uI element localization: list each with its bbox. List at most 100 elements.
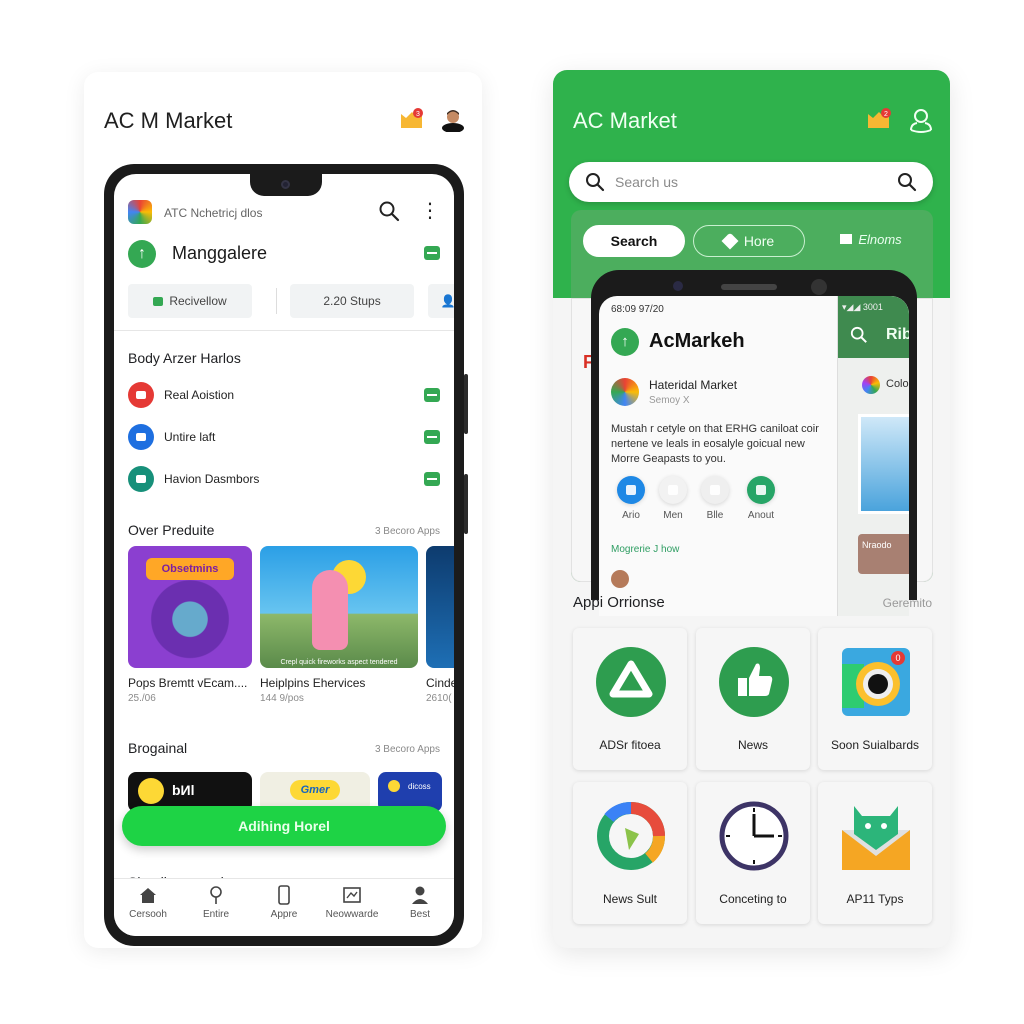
app-tile-name: Heiplpins Ehervices — [260, 676, 366, 690]
triangle-nodes-icon — [596, 647, 666, 717]
see-more-link[interactable]: Geremito — [883, 596, 932, 610]
list-item[interactable]: Real Aoistion — [128, 382, 440, 410]
section-title: Appi Orrionse — [573, 594, 665, 611]
phone-mockup: 68:09 97/20 ↑ AcMarkeh Hateridal Market … — [591, 270, 917, 616]
image-frame-icon — [343, 887, 361, 903]
tab-search[interactable]: Search — [583, 225, 685, 257]
avatar[interactable] — [440, 106, 466, 132]
svg-text:0: 0 — [895, 653, 900, 663]
section-title: Over Preduite — [128, 522, 215, 538]
side-item-label[interactable]: Colo — [886, 378, 909, 390]
image-thumbnail[interactable]: Nraodo — [858, 534, 909, 574]
app-top-bar: ATC Nchetricj dlos ⋮ — [114, 192, 454, 232]
divider — [114, 330, 454, 331]
location-pin-icon — [210, 886, 222, 904]
app-grid-card[interactable]: ADSr fitoea — [573, 628, 687, 770]
search-input[interactable]: Search us — [569, 162, 933, 202]
toggle-icon[interactable] — [424, 246, 440, 260]
document-icon — [659, 476, 687, 504]
video-icon — [128, 382, 154, 408]
tab-elnoms[interactable]: Elnoms — [821, 225, 921, 257]
people-icon: 👤 — [440, 294, 454, 308]
list-item-label: Havion Dasmbors — [164, 472, 260, 486]
primary-action-button[interactable]: Adihing Horel — [122, 806, 446, 846]
app-grid-card[interactable]: 0 Soon Suialbards — [818, 628, 932, 770]
speaker-grille — [721, 284, 777, 290]
action-ario[interactable]: Ario — [611, 476, 651, 521]
action-anout[interactable]: Anout — [741, 476, 781, 521]
list-item[interactable]: Havion Dasmbors — [128, 466, 440, 494]
brand-logo-icon: ↑ — [611, 328, 639, 356]
section-title: Brogainal — [128, 740, 188, 756]
toggle-icon[interactable] — [424, 430, 440, 444]
search-icon[interactable] — [850, 326, 868, 344]
app-tile[interactable]: Obsetmins Pops Bremtt vEcam.... 25./06 — [128, 546, 252, 704]
nav-item-appre[interactable]: Appre — [250, 885, 318, 920]
app-tile-sub: 2610( — [426, 693, 452, 704]
app-icon — [611, 378, 639, 406]
action-row: Ario Men Blle Anout — [611, 476, 831, 526]
app-tile[interactable]: Crepl quick fireworks aspect tendered He… — [260, 546, 418, 704]
app-grid-card[interactable]: News Sult — [573, 782, 687, 924]
chip-people[interactable]: 👤 — [428, 284, 454, 318]
camera-icon: 0 — [842, 648, 910, 716]
section-title: Body Arzer Harlos — [128, 350, 241, 366]
app-tile-sub: 25./06 — [128, 693, 156, 704]
action-blle[interactable]: Blle — [695, 476, 735, 521]
chip-recivellow[interactable]: Recivellow — [128, 284, 252, 318]
action-men[interactable]: Men — [653, 476, 693, 521]
app-description: Mustah r cetyle on that ERHG caniloat co… — [611, 423, 819, 465]
nav-item-home[interactable]: Cersooh — [114, 885, 182, 920]
status-bar: ▾◢◢ 3001 — [842, 302, 883, 312]
notification-badge-icon[interactable]: 2 — [867, 108, 891, 130]
chip-stups[interactable]: 2.20 Stups — [290, 284, 414, 318]
app-tile-art: Crepl quick fireworks aspect tendered — [260, 546, 418, 668]
bottom-nav: Cersooh Entire Appre Neowwarde Best — [114, 878, 454, 936]
toggle-icon[interactable] — [424, 472, 440, 486]
image-thumbnail[interactable] — [858, 414, 909, 514]
list-item[interactable]: Untire laft — [128, 424, 440, 452]
user-profile-icon[interactable] — [907, 106, 935, 134]
more-vert-icon[interactable]: ⋮ — [420, 200, 440, 224]
search-icon[interactable] — [378, 200, 400, 222]
app-icon — [128, 200, 152, 224]
side-panel: ▾◢◢ 3001 Rib Colo Nraodo — [837, 296, 909, 616]
image-icon — [128, 424, 154, 450]
section-link[interactable]: Mogrerie J how — [611, 544, 679, 555]
notification-count: 2 — [884, 111, 888, 118]
search-submit-icon[interactable] — [897, 172, 917, 192]
tab-hore[interactable]: Hore — [693, 225, 805, 257]
see-more-link[interactable]: 3 Becoro Apps — [375, 744, 440, 755]
app-grid-card[interactable]: AP11 Typs — [818, 782, 932, 924]
app-tile-sub: 144 9/pos — [260, 693, 304, 704]
app-grid-card[interactable]: News — [696, 628, 810, 770]
nav-item-entire[interactable]: Entire — [182, 885, 250, 920]
status-time: 68:09 97/20 — [611, 304, 664, 315]
nav-item-best[interactable]: Best — [386, 885, 454, 920]
notification-badge-icon[interactable]: 3 — [400, 108, 424, 130]
chat-icon — [747, 476, 775, 504]
app-name[interactable]: Hateridal Market — [649, 378, 737, 392]
app-bar-title: ATC Nchetricj dlos — [164, 206, 263, 220]
search-placeholder: Search us — [615, 174, 679, 190]
app-tile-art: Obsetmins — [128, 546, 252, 668]
android-mail-icon — [842, 806, 910, 870]
app-tile[interactable]: Cinde 2610( — [426, 546, 454, 704]
chip-row: Recivellow 2.20 Stups 👤 — [128, 284, 454, 320]
home-icon — [140, 888, 156, 903]
brand-row: ↑ Manggalere — [128, 240, 454, 272]
right-app-card: AC Market 2 Search us Search Hore Elnoms… — [553, 70, 950, 948]
nav-item-neowwarde[interactable]: Neowwarde — [318, 885, 386, 920]
toggle-icon[interactable] — [424, 388, 440, 402]
app-subtitle: Semoy X — [649, 395, 690, 406]
app-tile-row: Obsetmins Pops Bremtt vEcam.... 25./06 C… — [128, 546, 454, 706]
camera-icon — [281, 180, 290, 189]
left-app-card: AC M Market 3 ATC Nchetricj dlos ⋮ ↑ Man… — [84, 72, 482, 948]
see-more-link[interactable]: 3 Becoro Apps — [375, 526, 440, 537]
camera-icon — [673, 281, 683, 291]
phone-screen: ATC Nchetricj dlos ⋮ ↑ Manggalere Recive… — [114, 174, 454, 936]
app-grid-card[interactable]: Conceting to — [696, 782, 810, 924]
camera-icon — [811, 279, 827, 295]
heart-icon — [721, 232, 739, 250]
bell-icon — [701, 476, 729, 504]
